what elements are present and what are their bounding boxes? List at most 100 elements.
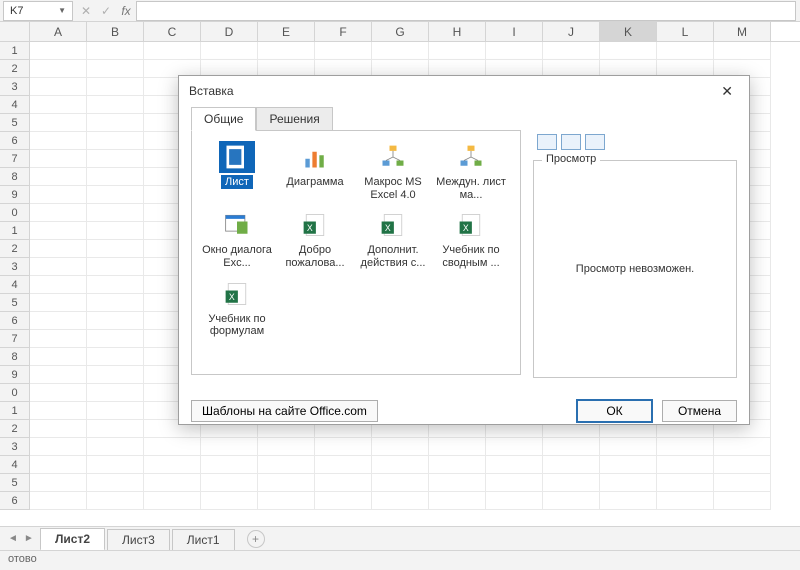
cell[interactable] [600, 438, 657, 456]
row-header[interactable]: 1 [0, 42, 30, 60]
column-header[interactable]: H [429, 22, 486, 41]
add-sheet-button[interactable]: + [247, 530, 265, 548]
cell[interactable] [87, 240, 144, 258]
row-header[interactable]: 8 [0, 348, 30, 366]
cell[interactable] [87, 150, 144, 168]
row-header[interactable]: 3 [0, 438, 30, 456]
template-item[interactable]: XУчебник по сводным ... [432, 205, 510, 273]
template-list[interactable]: ЛистДиаграммаМакрос MS Excel 4.0Междун. … [191, 130, 521, 375]
cell[interactable] [87, 492, 144, 510]
column-header[interactable]: G [372, 22, 429, 41]
cancel-icon[interactable]: ✕ [76, 4, 96, 18]
cell[interactable] [87, 474, 144, 492]
cell[interactable] [144, 456, 201, 474]
chevron-down-icon[interactable]: ▼ [58, 6, 66, 15]
dialog-titlebar[interactable]: Вставка ✕ [179, 76, 749, 106]
cell[interactable] [30, 240, 87, 258]
cell[interactable] [372, 474, 429, 492]
column-header[interactable]: E [258, 22, 315, 41]
cell[interactable] [30, 384, 87, 402]
template-item[interactable]: XДополнит. действия с... [354, 205, 432, 273]
cell[interactable] [315, 42, 372, 60]
sheet-tab[interactable]: Лист2 [40, 528, 105, 551]
cell[interactable] [30, 186, 87, 204]
row-header[interactable]: 6 [0, 132, 30, 150]
cell[interactable] [714, 456, 771, 474]
cell[interactable] [30, 474, 87, 492]
row-header[interactable]: 3 [0, 258, 30, 276]
details-view-icon[interactable] [585, 134, 605, 150]
cell[interactable] [315, 474, 372, 492]
cell[interactable] [87, 60, 144, 78]
cell[interactable] [30, 420, 87, 438]
cell[interactable] [486, 438, 543, 456]
ok-button[interactable]: ОК [577, 400, 652, 422]
row-header[interactable]: 4 [0, 276, 30, 294]
cell[interactable] [201, 456, 258, 474]
cell[interactable] [714, 474, 771, 492]
cell[interactable] [87, 366, 144, 384]
cell[interactable] [429, 492, 486, 510]
name-box[interactable]: K7 ▼ [3, 1, 73, 21]
dialog-tab[interactable]: Решения [256, 107, 332, 131]
cell[interactable] [543, 42, 600, 60]
column-header[interactable]: L [657, 22, 714, 41]
column-header[interactable]: A [30, 22, 87, 41]
cell[interactable] [657, 492, 714, 510]
cell[interactable] [87, 204, 144, 222]
cell[interactable] [657, 42, 714, 60]
cell[interactable] [87, 402, 144, 420]
cell[interactable] [543, 474, 600, 492]
select-all-corner[interactable] [0, 22, 30, 41]
cell[interactable] [543, 438, 600, 456]
cell[interactable] [30, 42, 87, 60]
formula-input[interactable] [136, 1, 796, 21]
fx-icon[interactable]: fx [116, 4, 136, 18]
row-header[interactable]: 0 [0, 384, 30, 402]
cell[interactable] [315, 438, 372, 456]
cell[interactable] [87, 294, 144, 312]
dialog-tab[interactable]: Общие [191, 107, 256, 131]
row-header[interactable]: 4 [0, 96, 30, 114]
cell[interactable] [87, 276, 144, 294]
row-header[interactable]: 5 [0, 114, 30, 132]
row-header[interactable]: 8 [0, 168, 30, 186]
template-item[interactable]: Диаграмма [276, 137, 354, 205]
column-header[interactable]: J [543, 22, 600, 41]
cell[interactable] [201, 438, 258, 456]
template-item[interactable]: Макрос MS Excel 4.0 [354, 137, 432, 205]
cell[interactable] [30, 438, 87, 456]
cell[interactable] [201, 474, 258, 492]
cell[interactable] [258, 42, 315, 60]
cell[interactable] [30, 294, 87, 312]
row-header[interactable]: 9 [0, 186, 30, 204]
cell[interactable] [30, 330, 87, 348]
cell[interactable] [87, 348, 144, 366]
cell[interactable] [372, 438, 429, 456]
column-header[interactable]: D [201, 22, 258, 41]
cell[interactable] [87, 456, 144, 474]
cell[interactable] [258, 474, 315, 492]
cell[interactable] [30, 348, 87, 366]
cell[interactable] [87, 132, 144, 150]
cell[interactable] [87, 330, 144, 348]
cell[interactable] [543, 492, 600, 510]
row-header[interactable]: 0 [0, 204, 30, 222]
cell[interactable] [30, 60, 87, 78]
cell[interactable] [258, 456, 315, 474]
templates-online-button[interactable]: Шаблоны на сайте Office.com [191, 400, 378, 422]
cell[interactable] [87, 42, 144, 60]
cell[interactable] [372, 42, 429, 60]
row-header[interactable]: 2 [0, 60, 30, 78]
cell[interactable] [30, 276, 87, 294]
cell[interactable] [144, 438, 201, 456]
cell[interactable] [201, 42, 258, 60]
cell[interactable] [543, 456, 600, 474]
cell[interactable] [372, 492, 429, 510]
cell[interactable] [30, 492, 87, 510]
cell[interactable] [486, 492, 543, 510]
column-header[interactable]: M [714, 22, 771, 41]
row-header[interactable]: 1 [0, 402, 30, 420]
cell[interactable] [144, 474, 201, 492]
cell[interactable] [30, 456, 87, 474]
